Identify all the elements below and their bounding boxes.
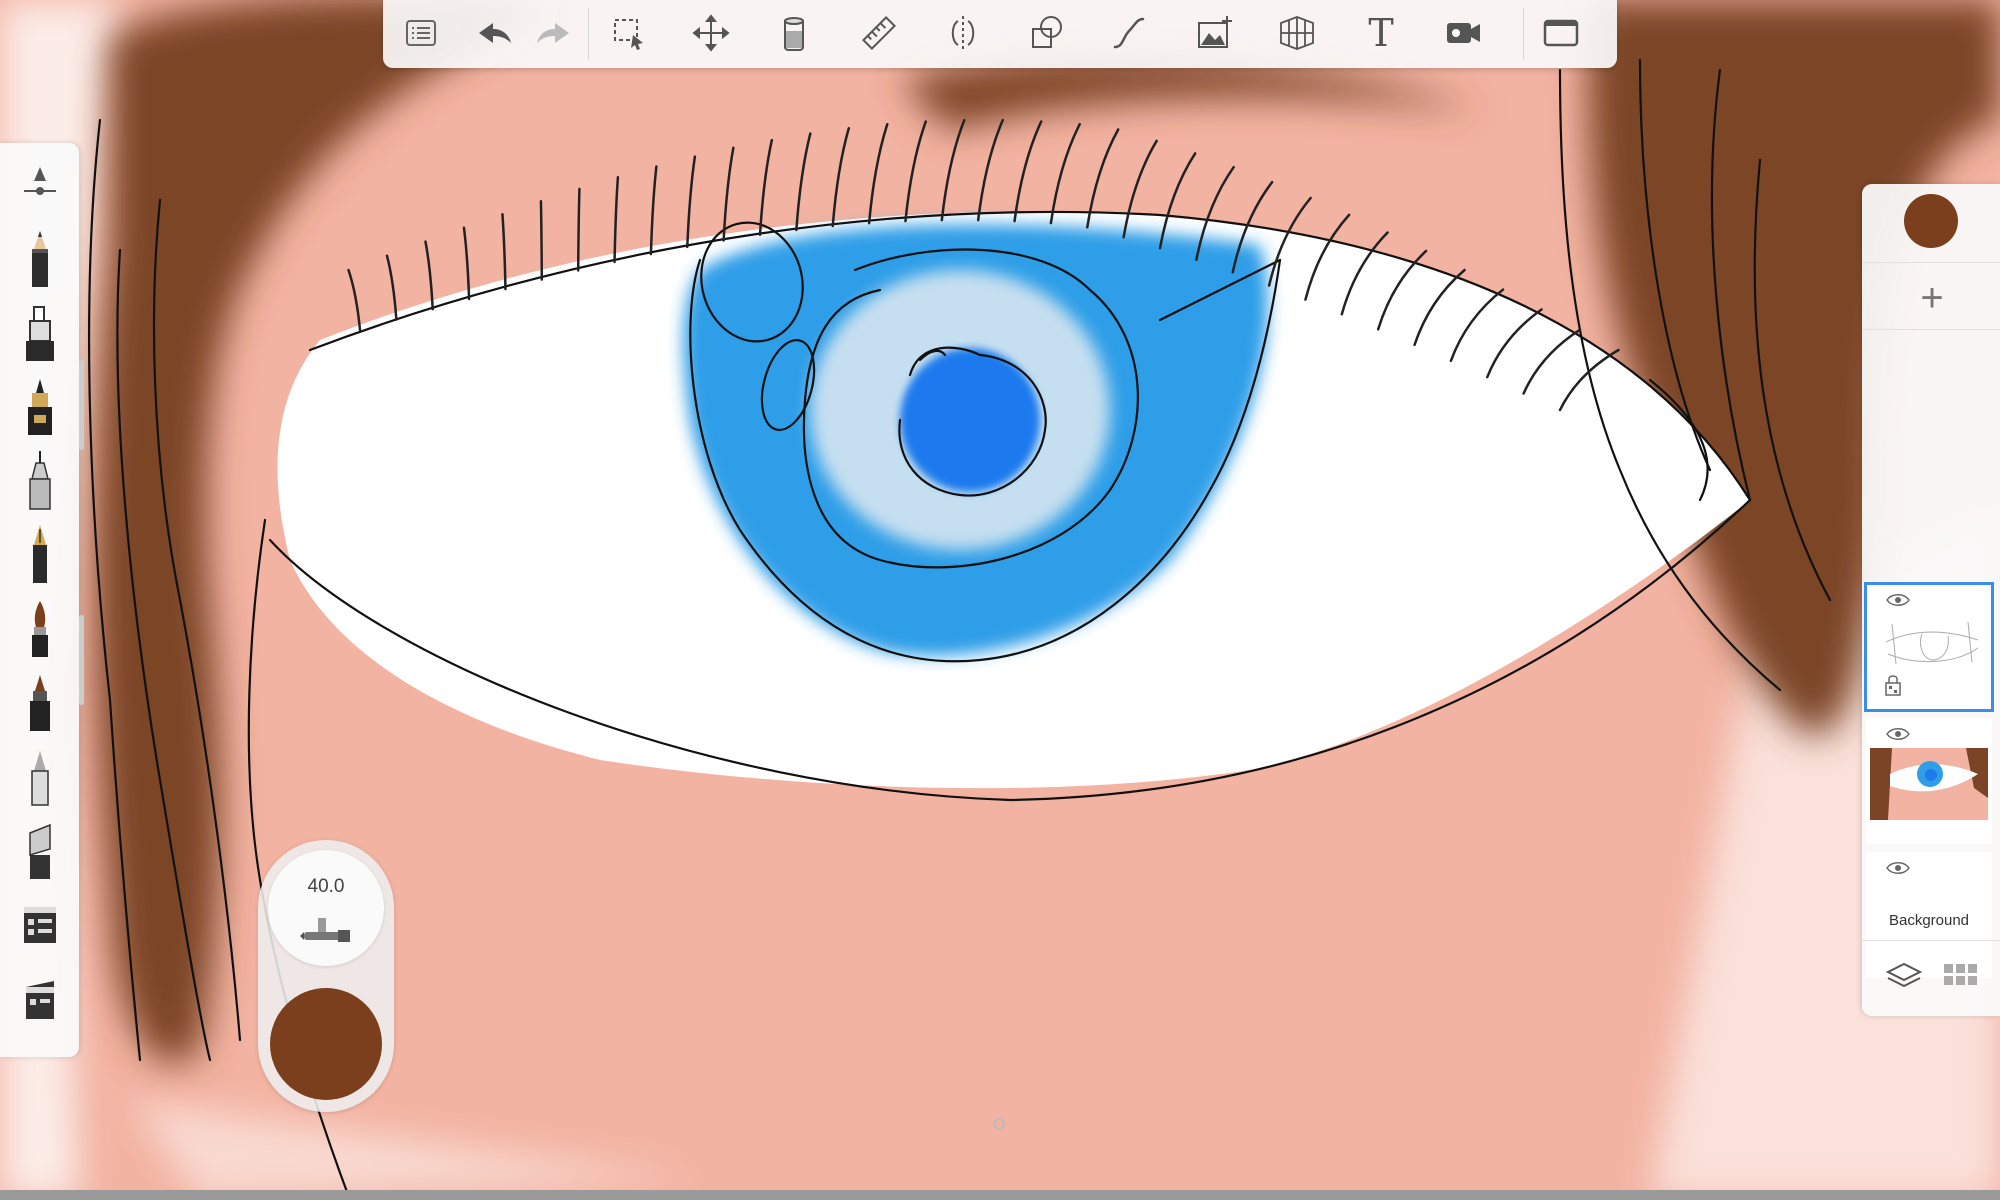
- ink-pen-brush[interactable]: [14, 375, 66, 437]
- undo-icon: [479, 23, 511, 43]
- eraser-icon: [29, 823, 51, 879]
- airbrush-brush[interactable]: [14, 745, 66, 807]
- selection-button[interactable]: [603, 8, 655, 58]
- shapes-icon: [1032, 16, 1062, 48]
- brush-size-control[interactable]: 40.0: [268, 850, 384, 966]
- brush-set-button[interactable]: [14, 967, 66, 1029]
- predictive-stroke-button[interactable]: [1103, 8, 1155, 58]
- layers-icon[interactable]: [1884, 958, 1924, 994]
- technical-pen-brush[interactable]: [14, 449, 66, 511]
- current-color-swatch[interactable]: [1904, 194, 1958, 248]
- fountain-pen-icon: [33, 525, 47, 583]
- fullscreen-icon: [1543, 19, 1579, 47]
- palette-scroll-handle[interactable]: [79, 615, 84, 705]
- gallery-button[interactable]: [395, 8, 447, 58]
- eye-icon[interactable]: [1886, 726, 1910, 742]
- top-toolbar: T: [383, 0, 1617, 68]
- selection-icon: [614, 19, 643, 50]
- palette-scroll-handle[interactable]: [79, 360, 84, 450]
- shapes-button[interactable]: [1021, 8, 1073, 58]
- fullscreen-button[interactable]: [1535, 8, 1587, 58]
- ruler-button[interactable]: [853, 8, 905, 58]
- color-puck[interactable]: [270, 988, 382, 1100]
- felt-tip-brush[interactable]: [14, 671, 66, 733]
- brush-library-icon: [24, 907, 56, 943]
- text-icon: T: [1368, 11, 1394, 55]
- eyelash-stroke: [539, 200, 544, 281]
- undo-button[interactable]: [469, 8, 521, 58]
- redo-icon: [537, 23, 569, 43]
- airbrush-tool-icon: [300, 918, 350, 942]
- paint-brush-icon: [32, 601, 48, 657]
- brush-puck[interactable]: 40.0: [258, 840, 394, 1112]
- record-icon: [1447, 23, 1480, 43]
- lock-icon: [1885, 675, 1901, 696]
- brush-settings-icon: [24, 167, 56, 195]
- eye-icon[interactable]: [1886, 860, 1910, 876]
- eyelash-stroke: [576, 187, 581, 272]
- color-layer-thumbnail: [1870, 748, 1988, 820]
- canvas-center-indicator: [993, 1118, 1005, 1130]
- panel-divider: [1862, 262, 2000, 263]
- text-button[interactable]: T: [1355, 8, 1407, 58]
- eraser-brush[interactable]: [14, 819, 66, 881]
- sketch-layer[interactable]: [1864, 582, 1994, 712]
- felt-tip-icon: [30, 675, 50, 731]
- ruler-icon: [862, 16, 896, 50]
- panel-divider: [1862, 329, 2000, 330]
- list-icon: [406, 20, 436, 46]
- technical-pen-icon: [29, 451, 51, 510]
- eye-icon[interactable]: [1886, 592, 1910, 608]
- brush-settings-button[interactable]: [14, 153, 66, 215]
- fill-button[interactable]: [769, 8, 821, 58]
- transform-button[interactable]: [685, 8, 737, 58]
- grid-icon[interactable]: [1940, 958, 1980, 994]
- bottom-system-bar: [0, 1190, 2000, 1200]
- color-layer[interactable]: [1866, 718, 1992, 844]
- paint-brush[interactable]: [14, 597, 66, 659]
- stroke-icon: [1113, 17, 1145, 49]
- perspective-icon: [1280, 16, 1314, 50]
- timelapse-button[interactable]: [1437, 8, 1489, 58]
- sketch-layer-thumbnail: [1885, 621, 1979, 665]
- toolbar-separator: [1523, 8, 1524, 60]
- perspective-button[interactable]: [1271, 8, 1323, 58]
- pencil-icon: [32, 231, 48, 287]
- fountain-pen-brush[interactable]: [14, 523, 66, 585]
- symmetry-button[interactable]: [937, 8, 989, 58]
- symmetry-icon: [951, 16, 975, 50]
- ink-pen-icon: [28, 379, 52, 435]
- marker-icon: [26, 306, 54, 361]
- add-image-icon: [1198, 16, 1232, 48]
- add-layer-button[interactable]: +: [1906, 272, 1958, 324]
- transform-icon: [692, 14, 730, 52]
- toolbar-separator: [588, 8, 589, 60]
- airbrush-icon: [31, 751, 49, 806]
- marker-brush[interactable]: [14, 301, 66, 363]
- brush-set-icon: [26, 981, 54, 1019]
- fill-icon: [784, 17, 804, 51]
- redo-button[interactable]: [527, 8, 579, 58]
- panel-divider: [1862, 940, 2000, 941]
- brush-size-value: 40.0: [307, 876, 345, 897]
- brush-palette: [0, 143, 79, 1057]
- add-image-button[interactable]: [1189, 8, 1241, 58]
- background-layer-label: Background: [1888, 912, 1970, 929]
- pencil-brush[interactable]: [14, 227, 66, 289]
- layers-panel: + Background: [1862, 184, 2000, 1016]
- brush-library-button[interactable]: [14, 893, 66, 955]
